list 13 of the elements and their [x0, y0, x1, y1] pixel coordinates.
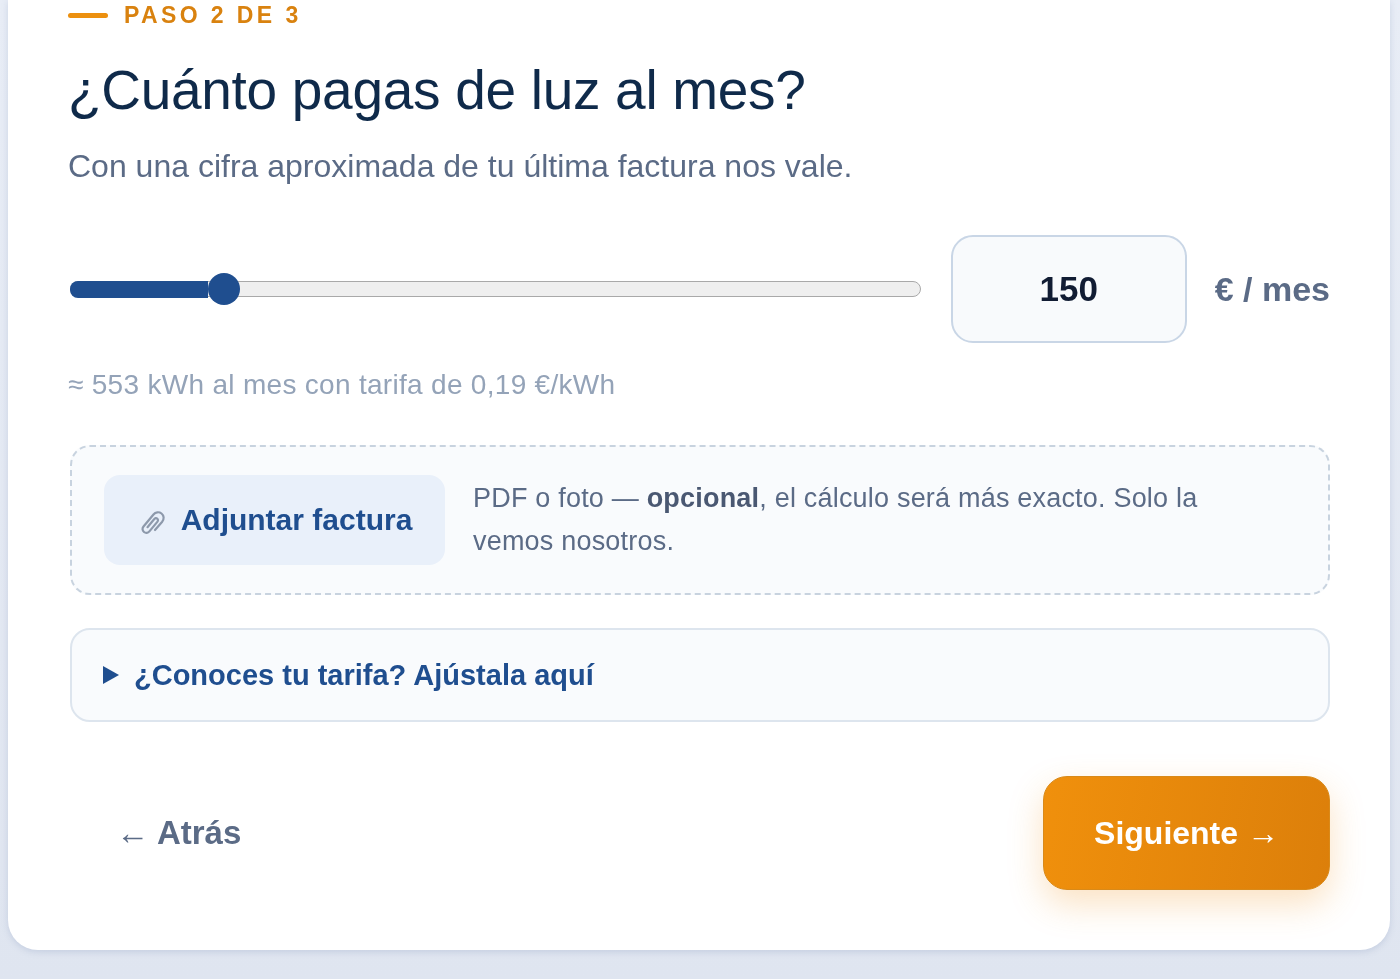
amount-field[interactable]: 150	[950, 235, 1187, 343]
back-button[interactable]: ← Atrás	[68, 776, 290, 890]
question-title: ¿Cuánto pagas de luz al mes?	[68, 59, 807, 121]
triangle-icon	[102, 666, 120, 684]
slider-thumb[interactable]	[207, 273, 240, 305]
question-subtitle: Con una cifra aproximada de tu última factura nos vale.	[68, 148, 854, 184]
estimate-text: ≈ 553 kWh al mes con tarifa de 0,19 €/kWh	[68, 369, 617, 401]
step-dash	[68, 12, 108, 18]
attachment-note: PDF o foto — opcional, el cálculo será más exacto. Solo la vemos nosotros.	[473, 482, 1199, 558]
step-label: PASO 2 DE 3	[124, 2, 302, 28]
tariff-toggle[interactable]: ¿Conoces tu tarifa? Ajústala aquí	[70, 628, 1330, 722]
unit-label: € / mes	[1214, 269, 1330, 309]
attach-button[interactable]: Adjuntar factura	[104, 475, 445, 565]
